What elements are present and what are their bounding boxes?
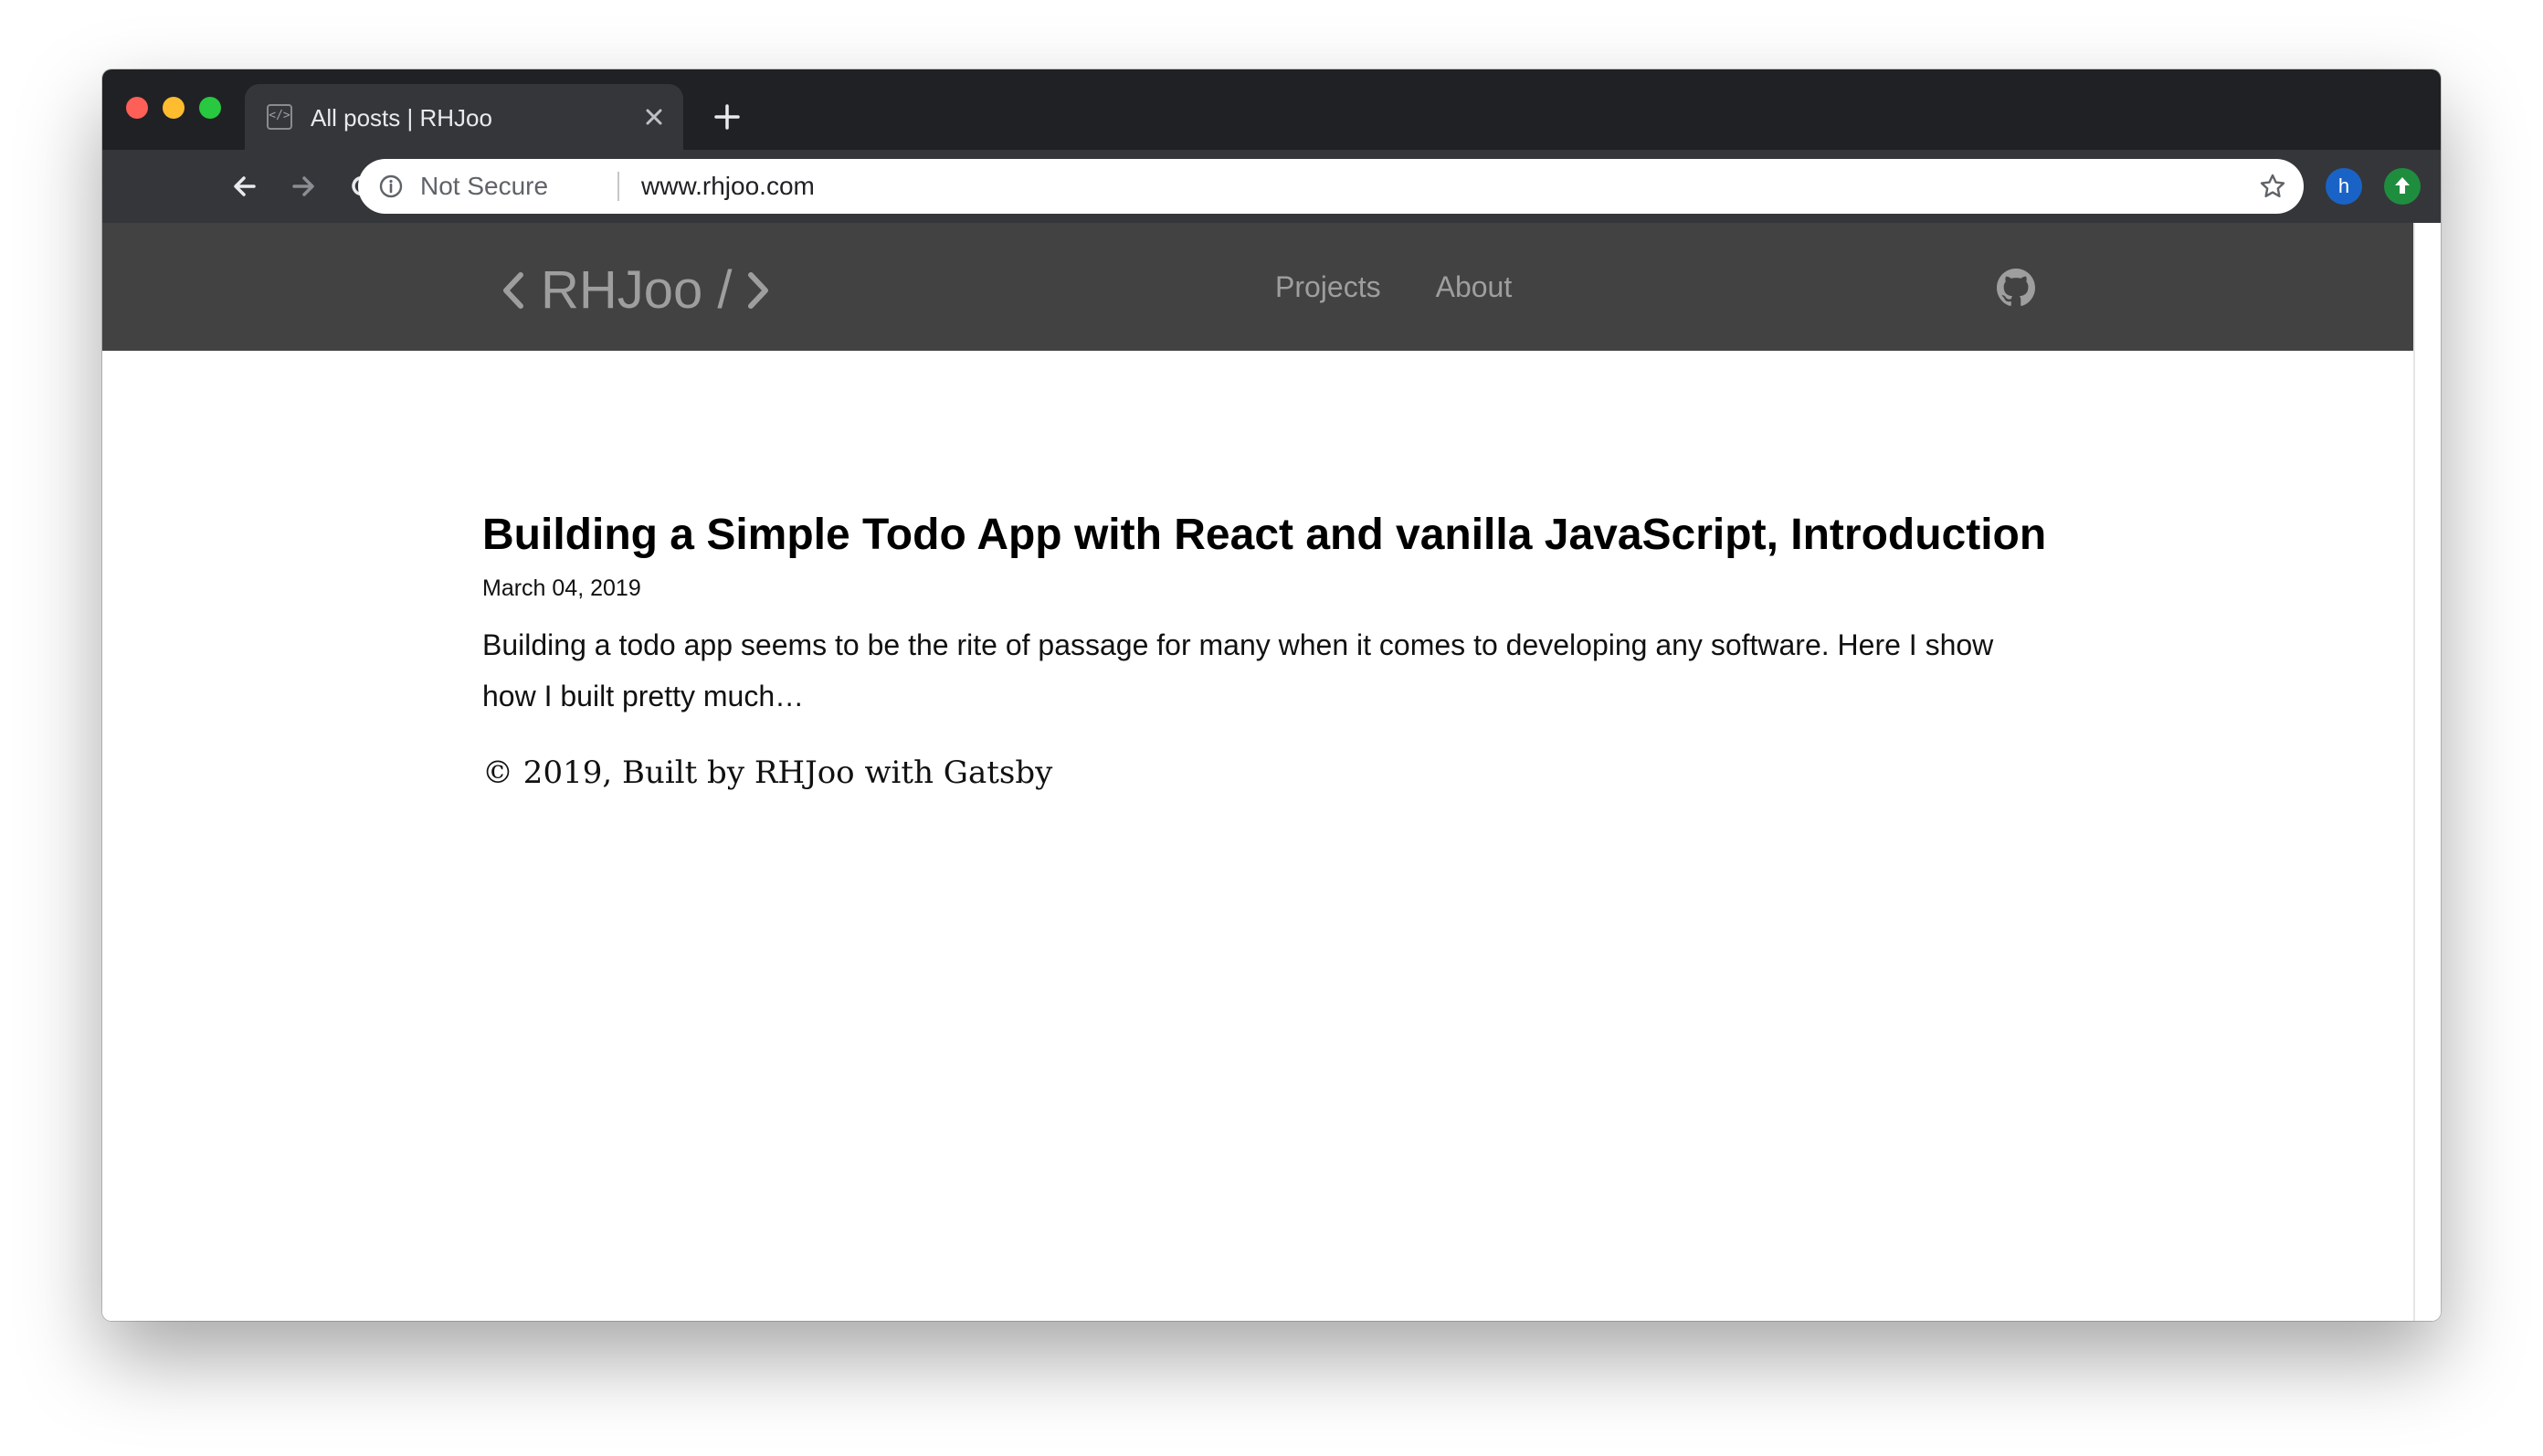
nav-link-projects[interactable]: Projects: [1275, 269, 1381, 305]
chevron-right-icon: [747, 271, 768, 309]
site-footer: © 2019, Built by RHJoo with Gatsby: [482, 754, 1053, 791]
browser-tab-active[interactable]: </> All posts | RHJoo: [245, 84, 683, 150]
close-window-button[interactable]: [126, 97, 148, 119]
site-header: RHJoo / Projects About: [102, 223, 2413, 351]
info-icon[interactable]: [378, 174, 404, 199]
post-date: March 04, 2019: [482, 575, 641, 601]
tab-title: All posts | RHJoo: [311, 104, 492, 132]
arrow-right-icon[interactable]: [285, 168, 322, 205]
browser-titlebar: </> All posts | RHJoo: [102, 69, 2441, 150]
url-text[interactable]: www.rhjoo.com: [641, 170, 815, 203]
site-logo-text: RHJoo /: [541, 259, 733, 320]
site-nav: Projects About: [1275, 269, 1567, 305]
github-icon[interactable]: [1997, 269, 2035, 307]
plus-icon[interactable]: [709, 99, 745, 135]
arrow-left-icon[interactable]: [227, 168, 263, 205]
star-icon[interactable]: [2258, 172, 2287, 201]
omnibox-divider: [617, 172, 619, 201]
page-scrollbar[interactable]: [2413, 223, 2441, 1321]
nav-link-about[interactable]: About: [1436, 269, 1513, 305]
post-title-link[interactable]: Building a Simple Todo App with React an…: [482, 508, 2046, 563]
page-viewport: RHJoo / Projects About Building a Simple …: [102, 223, 2441, 1321]
minimize-window-button[interactable]: [163, 97, 185, 119]
close-icon[interactable]: [639, 102, 669, 132]
extension-button[interactable]: [2384, 168, 2421, 205]
browser-toolbar: Not Secure www.rhjoo.com h: [102, 150, 2441, 223]
security-label[interactable]: Not Secure: [420, 170, 548, 203]
chevron-left-icon: [503, 271, 523, 309]
post-excerpt: Building a todo app seems to be the rite…: [482, 628, 1994, 712]
code-favicon-icon: </>: [267, 104, 292, 130]
upload-arrow-icon: [2395, 177, 2410, 194]
zoom-window-button[interactable]: [199, 97, 221, 119]
address-bar[interactable]: Not Secure www.rhjoo.com: [358, 159, 2304, 214]
profile-avatar[interactable]: h: [2326, 168, 2362, 205]
site-logo[interactable]: RHJoo /: [499, 250, 773, 323]
browser-window: </> All posts | RHJoo Not Secure www.rhj…: [102, 69, 2441, 1321]
